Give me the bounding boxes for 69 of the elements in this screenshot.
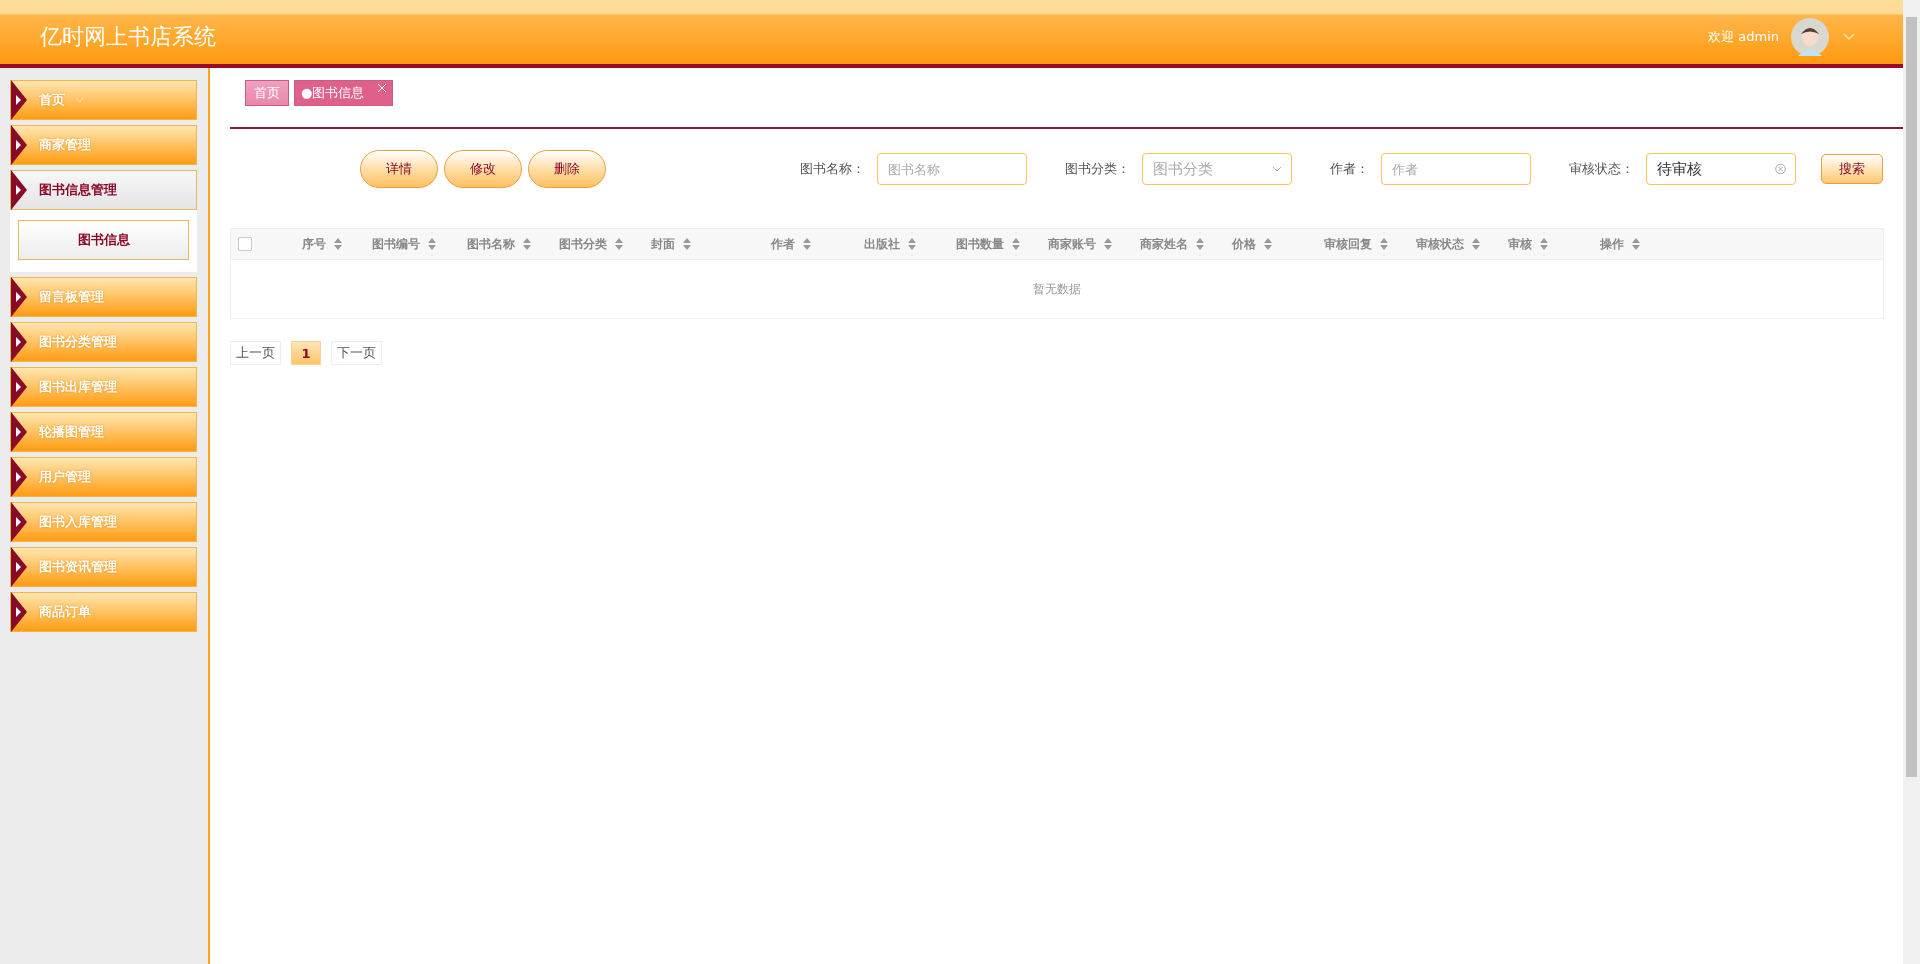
chevron-icon: [1272, 166, 1282, 172]
triangle-icon: [11, 592, 27, 632]
page-button[interactable]: 1: [291, 341, 321, 365]
triangle-icon: [11, 367, 27, 407]
input-field[interactable]: 图书名称: [877, 153, 1027, 185]
sort-icon[interactable]: [1264, 238, 1272, 250]
column-header[interactable]: 价格: [1232, 235, 1256, 253]
column-header[interactable]: 图书名称: [467, 235, 515, 253]
column-header[interactable]: 操作: [1600, 235, 1624, 253]
filter-label: 图书名称：: [800, 160, 865, 178]
column-header[interactable]: 序号: [302, 235, 326, 253]
column-header[interactable]: 图书编号: [372, 235, 420, 253]
next-page-button[interactable]: 下一页: [331, 341, 382, 365]
column-header[interactable]: 商家姓名: [1140, 235, 1188, 253]
submenu-item[interactable]: 图书信息: [18, 220, 189, 260]
checkbox[interactable]: [238, 237, 252, 251]
sidebar-item[interactable]: 图书信息管理: [10, 170, 197, 210]
sort-icon[interactable]: [523, 238, 531, 250]
triangle-icon: [11, 277, 27, 317]
prev-page-button[interactable]: 上一页: [230, 341, 281, 365]
search-button[interactable]: 搜索: [1821, 154, 1883, 184]
triangle-icon: [11, 412, 27, 452]
filter-label: 作者：: [1330, 160, 1369, 178]
sort-icon[interactable]: [908, 238, 916, 250]
action-button[interactable]: 修改: [444, 150, 522, 188]
empty-text: 暂无数据: [1033, 280, 1081, 298]
sort-icon[interactable]: [803, 238, 811, 250]
sort-icon[interactable]: [615, 238, 623, 250]
tab[interactable]: 首页: [245, 80, 289, 106]
triangle-icon: [11, 457, 27, 497]
column-header[interactable]: 审核: [1508, 235, 1532, 253]
triangle-icon: [11, 80, 27, 120]
action-button[interactable]: 删除: [528, 150, 606, 188]
filter-label: 审核状态：: [1569, 160, 1634, 178]
select-field[interactable]: 图书分类: [1142, 153, 1292, 185]
column-header[interactable]: 作者: [771, 235, 795, 253]
sort-icon[interactable]: [1104, 238, 1112, 250]
sort-icon[interactable]: [1540, 238, 1548, 250]
caret-icon[interactable]: [75, 97, 84, 103]
scrollbar[interactable]: [1903, 0, 1920, 964]
input-field[interactable]: 作者: [1381, 153, 1531, 185]
sort-icon[interactable]: [334, 238, 342, 250]
tab[interactable]: ●图书信息: [294, 80, 394, 106]
column-header[interactable]: 审核状态: [1416, 235, 1464, 253]
column-header[interactable]: 商家账号: [1048, 235, 1096, 253]
triangle-icon: [11, 322, 27, 362]
sort-icon[interactable]: [1380, 238, 1388, 250]
sort-icon[interactable]: [428, 238, 436, 250]
sort-icon[interactable]: [1012, 238, 1020, 250]
app-title: 亿时网上书店系统: [40, 23, 217, 51]
column-header[interactable]: 封面: [651, 235, 675, 253]
triangle-icon: [11, 502, 27, 542]
column-header[interactable]: 图书分类: [559, 235, 607, 253]
sort-icon[interactable]: [1472, 238, 1480, 250]
clear-icon[interactable]: [1775, 163, 1786, 175]
column-header[interactable]: 出版社: [864, 235, 900, 253]
avatar-icon[interactable]: [1791, 18, 1829, 56]
column-header[interactable]: 审核回复: [1324, 235, 1372, 253]
triangle-icon: [11, 125, 27, 165]
filter-label: 图书分类：: [1065, 160, 1130, 178]
sort-icon[interactable]: [1632, 238, 1640, 250]
sort-icon[interactable]: [683, 238, 691, 250]
column-header[interactable]: 图书数量: [956, 235, 1004, 253]
triangle-icon: [11, 547, 27, 587]
welcome-text: 欢迎 admin: [1708, 28, 1779, 46]
input-field[interactable]: 待审核: [1646, 153, 1796, 185]
sort-icon[interactable]: [1196, 238, 1204, 250]
action-button[interactable]: 详情: [360, 150, 438, 188]
close-icon[interactable]: [378, 84, 387, 92]
